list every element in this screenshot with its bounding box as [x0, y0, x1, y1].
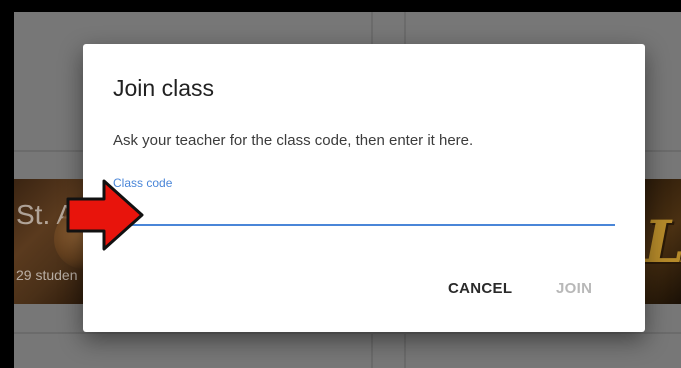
class-card-student-count: 29 studen [16, 267, 78, 283]
dimmed-background: St. A 29 studen LA Join class Ask your t… [14, 12, 681, 368]
class-code-input[interactable] [113, 196, 615, 226]
red-arrow-icon [66, 179, 144, 251]
join-button[interactable]: JOIN [556, 280, 592, 297]
join-class-dialog: Join class Ask your teacher for the clas… [83, 44, 645, 332]
dialog-description: Ask your teacher for the class code, the… [113, 132, 474, 149]
cancel-button[interactable]: CANCEL [448, 280, 512, 297]
dialog-title: Join class [113, 75, 214, 101]
class-card-logo: LA [644, 208, 681, 276]
divider [14, 332, 681, 334]
